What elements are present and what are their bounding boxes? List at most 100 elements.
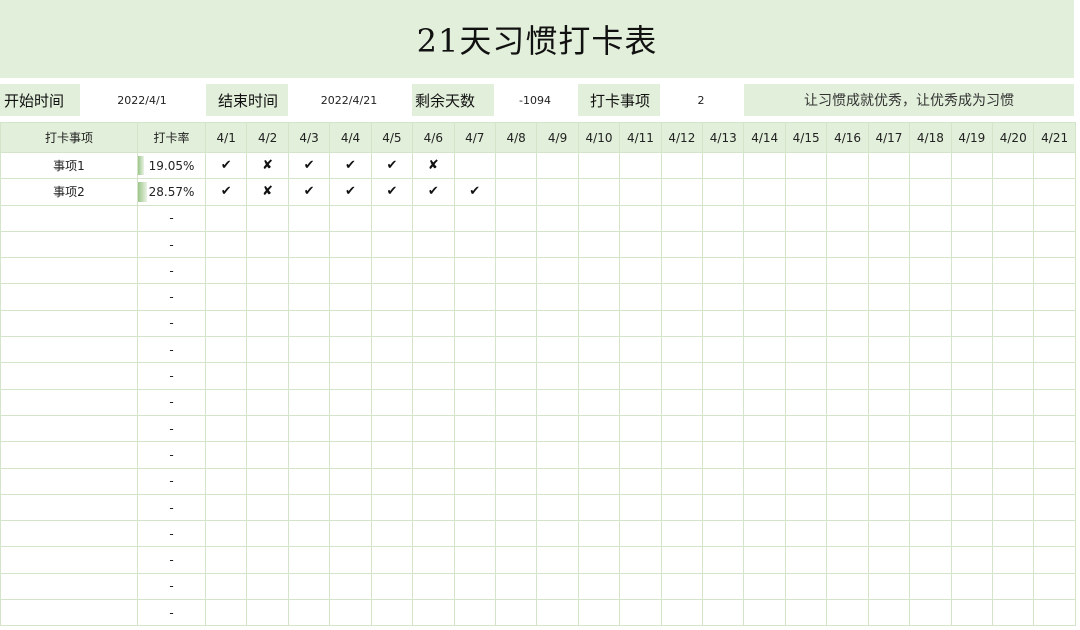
day-cell[interactable]	[867, 441, 911, 469]
day-cell[interactable]	[743, 572, 786, 601]
day-cell[interactable]	[784, 388, 828, 416]
day-cell[interactable]	[370, 230, 414, 259]
day-cell[interactable]	[494, 546, 538, 574]
day-cell[interactable]	[992, 493, 1035, 522]
day-cell[interactable]	[536, 283, 579, 311]
day-cell[interactable]	[826, 414, 869, 443]
day-cell[interactable]	[909, 441, 952, 469]
day-cell[interactable]	[950, 204, 994, 232]
header-day[interactable]: 4/18	[909, 122, 952, 153]
item-name-cell[interactable]: 事项1	[0, 151, 138, 180]
day-cell[interactable]	[784, 362, 828, 390]
day-cell[interactable]	[619, 520, 662, 548]
day-cell[interactable]	[246, 257, 289, 285]
day-cell[interactable]	[1033, 441, 1076, 469]
day-cell[interactable]	[453, 257, 496, 285]
day-cell[interactable]	[453, 151, 496, 180]
day-cell[interactable]	[743, 467, 786, 495]
day-cell[interactable]	[287, 441, 331, 469]
day-cell[interactable]	[246, 441, 289, 469]
day-cell[interactable]	[329, 493, 372, 522]
header-day[interactable]: 4/16	[826, 122, 869, 153]
day-cell[interactable]	[246, 493, 289, 522]
header-day[interactable]: 4/5	[370, 122, 414, 153]
day-cell[interactable]	[370, 204, 414, 232]
header-day[interactable]: 4/10	[577, 122, 621, 153]
day-cell[interactable]	[370, 467, 414, 495]
day-cell[interactable]	[909, 151, 952, 180]
day-cell[interactable]	[536, 151, 579, 180]
day-cell[interactable]	[826, 493, 869, 522]
day-cell[interactable]: ✔	[370, 151, 414, 180]
day-cell[interactable]	[826, 257, 869, 285]
header-day[interactable]: 4/4	[329, 122, 372, 153]
day-cell[interactable]	[1033, 388, 1076, 416]
rate-cell[interactable]: -	[137, 520, 206, 548]
day-cell[interactable]	[287, 309, 331, 338]
day-cell[interactable]	[577, 336, 621, 364]
day-cell[interactable]	[536, 467, 579, 495]
day-cell[interactable]	[370, 493, 414, 522]
day-cell[interactable]	[950, 599, 994, 627]
item-name-cell[interactable]	[0, 599, 138, 627]
rate-cell[interactable]: -	[137, 388, 206, 416]
item-name-cell[interactable]	[0, 388, 138, 416]
day-cell[interactable]	[909, 230, 952, 259]
day-cell[interactable]	[246, 546, 289, 574]
day-cell[interactable]	[204, 283, 248, 311]
day-cell[interactable]: ✔	[329, 151, 372, 180]
day-cell[interactable]	[909, 546, 952, 574]
rate-cell[interactable]: -	[137, 204, 206, 232]
header-day[interactable]: 4/15	[784, 122, 828, 153]
day-cell[interactable]: ✔	[370, 178, 414, 206]
day-cell[interactable]	[287, 467, 331, 495]
item-name-cell[interactable]	[0, 572, 138, 601]
day-cell[interactable]	[867, 414, 911, 443]
day-cell[interactable]	[784, 336, 828, 364]
day-cell[interactable]	[204, 467, 248, 495]
day-cell[interactable]	[536, 599, 579, 627]
day-cell[interactable]	[494, 599, 538, 627]
day-cell[interactable]	[412, 493, 455, 522]
day-cell[interactable]	[536, 546, 579, 574]
day-cell[interactable]	[660, 178, 704, 206]
header-rate[interactable]: 打卡率	[137, 122, 206, 153]
day-cell[interactable]	[702, 388, 745, 416]
day-cell[interactable]	[702, 178, 745, 206]
day-cell[interactable]	[577, 599, 621, 627]
day-cell[interactable]	[660, 414, 704, 443]
day-cell[interactable]: ✔	[204, 151, 248, 180]
rate-cell[interactable]: -	[137, 572, 206, 601]
day-cell[interactable]	[494, 257, 538, 285]
day-cell[interactable]	[743, 151, 786, 180]
rate-cell[interactable]: -	[137, 230, 206, 259]
item-name-cell[interactable]	[0, 414, 138, 443]
day-cell[interactable]	[287, 230, 331, 259]
remaining-days-value[interactable]: -1094	[494, 84, 576, 116]
day-cell[interactable]	[619, 204, 662, 232]
day-cell[interactable]	[204, 493, 248, 522]
day-cell[interactable]	[577, 230, 621, 259]
day-cell[interactable]	[992, 336, 1035, 364]
day-cell[interactable]	[494, 441, 538, 469]
day-cell[interactable]	[784, 599, 828, 627]
day-cell[interactable]	[577, 572, 621, 601]
day-cell[interactable]	[619, 362, 662, 390]
day-cell[interactable]	[329, 467, 372, 495]
day-cell[interactable]	[287, 546, 331, 574]
day-cell[interactable]	[370, 546, 414, 574]
day-cell[interactable]	[867, 599, 911, 627]
day-cell[interactable]	[494, 572, 538, 601]
day-cell[interactable]	[1033, 414, 1076, 443]
day-cell[interactable]	[370, 572, 414, 601]
day-cell[interactable]	[577, 257, 621, 285]
day-cell[interactable]	[702, 414, 745, 443]
day-cell[interactable]	[909, 309, 952, 338]
day-cell[interactable]	[494, 467, 538, 495]
item-name-cell[interactable]	[0, 467, 138, 495]
day-cell[interactable]	[660, 493, 704, 522]
day-cell[interactable]	[619, 283, 662, 311]
day-cell[interactable]	[867, 572, 911, 601]
day-cell[interactable]: ✘	[246, 178, 289, 206]
day-cell[interactable]	[494, 178, 538, 206]
